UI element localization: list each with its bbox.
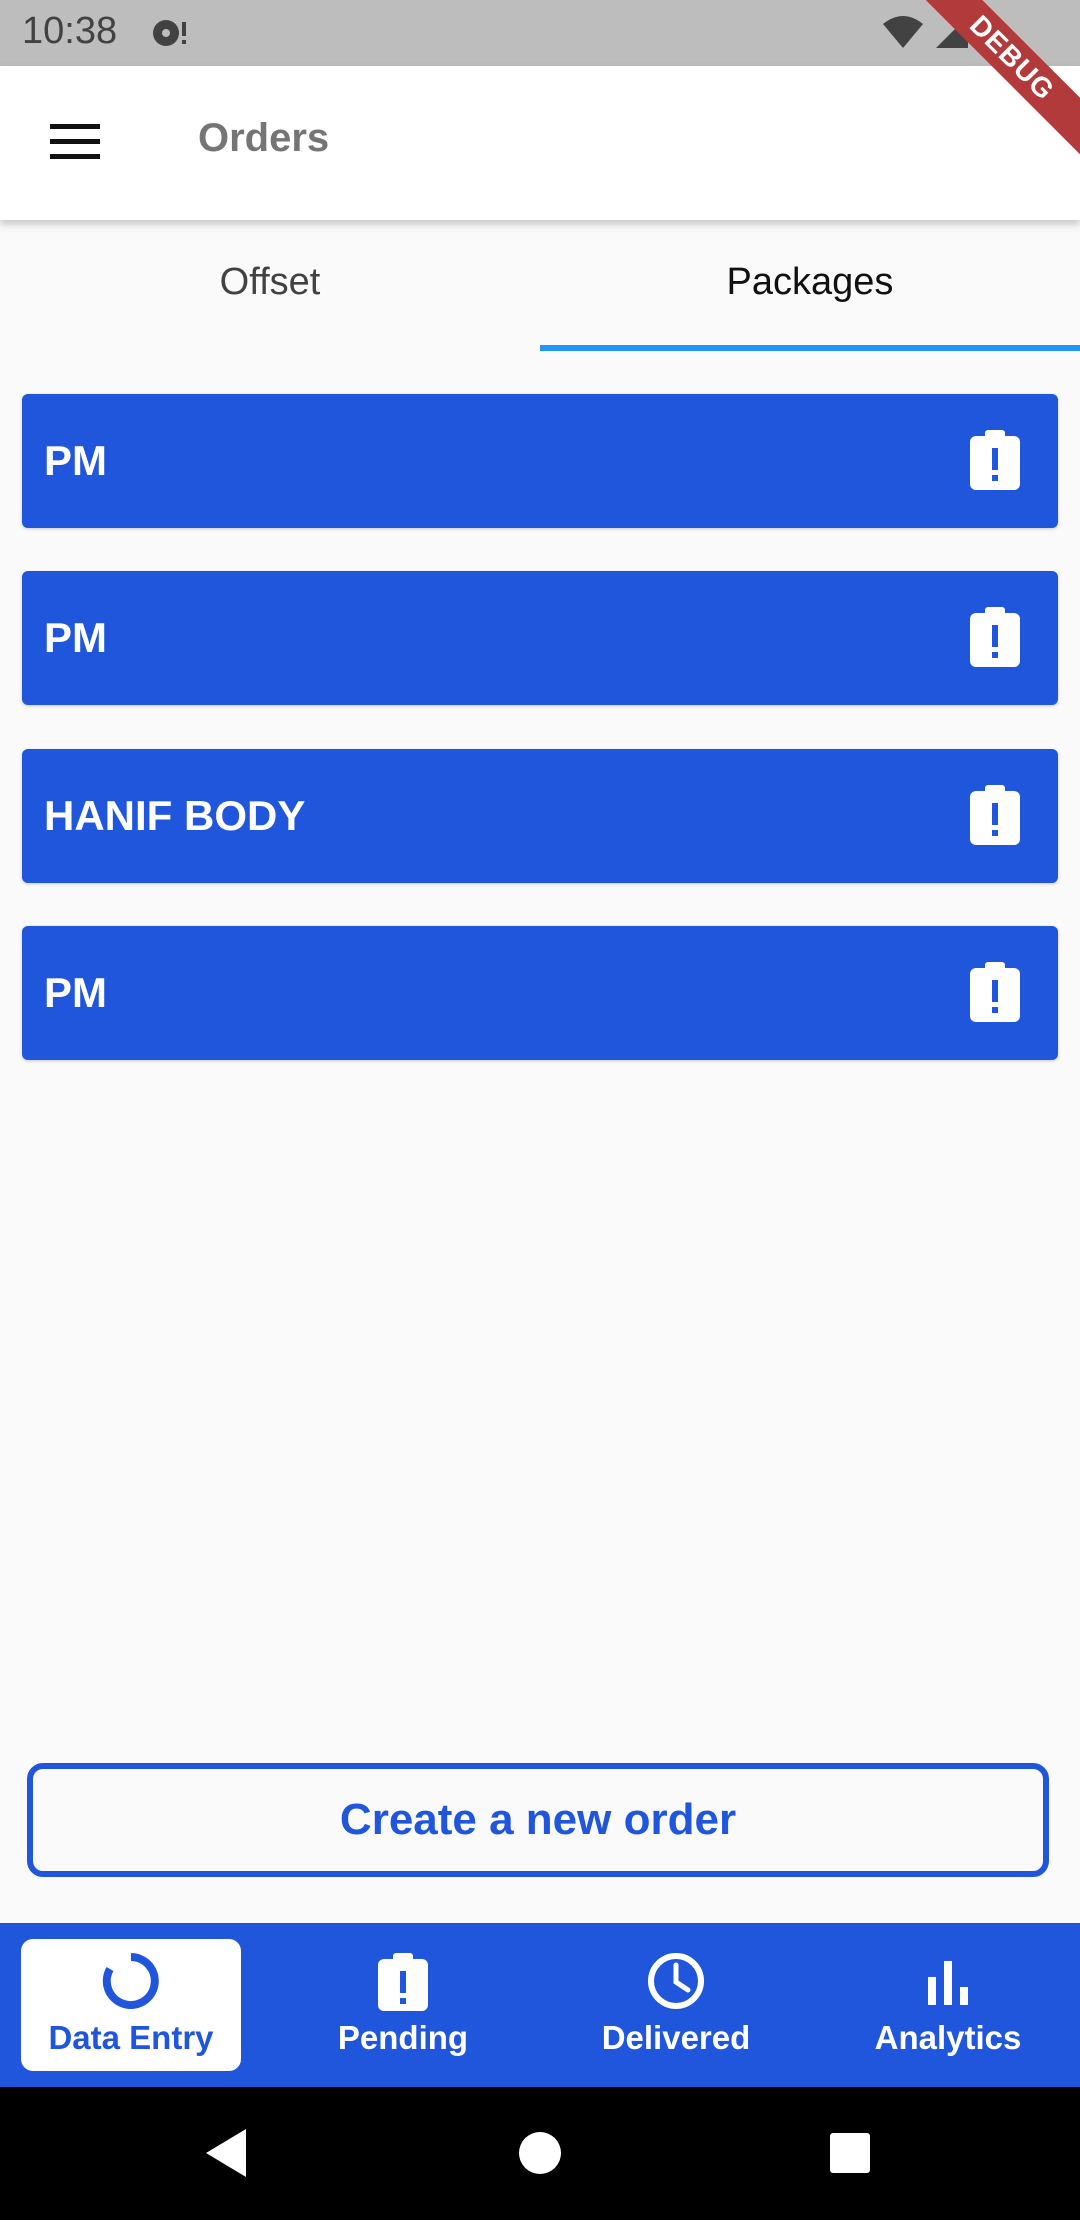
order-card[interactable]: PM: [22, 394, 1058, 528]
page-title: Orders: [198, 116, 330, 160]
nav-item-analytics[interactable]: Analytics: [838, 1939, 1058, 2071]
bar-chart-icon: [918, 1951, 978, 2011]
nav-item-delivered[interactable]: Delivered: [566, 1939, 786, 2071]
nav-item-data-entry[interactable]: Data Entry: [21, 1939, 241, 2071]
nav-item-pending[interactable]: Pending: [293, 1939, 513, 2071]
pending-icon: [373, 1951, 433, 2011]
order-card[interactable]: PM: [22, 571, 1058, 705]
order-card[interactable]: PM: [22, 926, 1058, 1060]
order-name: PM: [44, 969, 107, 1016]
tab-packages[interactable]: Packages: [540, 220, 1080, 350]
nav-label: Data Entry: [48, 2019, 214, 2056]
order-name: HANIF BODY: [44, 792, 306, 839]
pending-clipboard-icon: [970, 430, 1020, 495]
pending-clipboard-icon: [970, 962, 1020, 1027]
menu-icon[interactable]: [50, 122, 104, 167]
bottom-nav: Data Entry Pending Delivered Analytics: [0, 1923, 1080, 2087]
data-entry-icon: [101, 1951, 161, 2011]
nav-label: Delivered: [601, 2019, 751, 2056]
pending-clipboard-icon: [970, 785, 1020, 850]
pending-clipboard-icon: [970, 607, 1020, 672]
clock-icon: [646, 1951, 706, 2011]
back-icon[interactable]: [204, 2127, 248, 2184]
notification-icon: [150, 16, 190, 55]
order-name: PM: [44, 437, 107, 484]
home-icon[interactable]: [518, 2127, 562, 2184]
nav-label: Analytics: [874, 2019, 1022, 2056]
nav-label: Pending: [337, 2019, 469, 2056]
tab-indicator: [540, 345, 1080, 351]
order-name: PM: [44, 614, 107, 661]
recents-icon[interactable]: [828, 2127, 872, 2184]
order-card[interactable]: HANIF BODY: [22, 749, 1058, 883]
wifi-icon: [883, 16, 924, 48]
status-time: 10:38: [22, 10, 118, 52]
tab-offset[interactable]: Offset: [0, 220, 540, 350]
status-bar: 10:38: [0, 0, 1080, 66]
system-nav-bar: [0, 2087, 1080, 2220]
create-order-button[interactable]: Create a new order: [27, 1763, 1049, 1877]
app-bar: Orders: [0, 66, 1080, 220]
tab-bar: Offset Packages: [0, 220, 1080, 352]
